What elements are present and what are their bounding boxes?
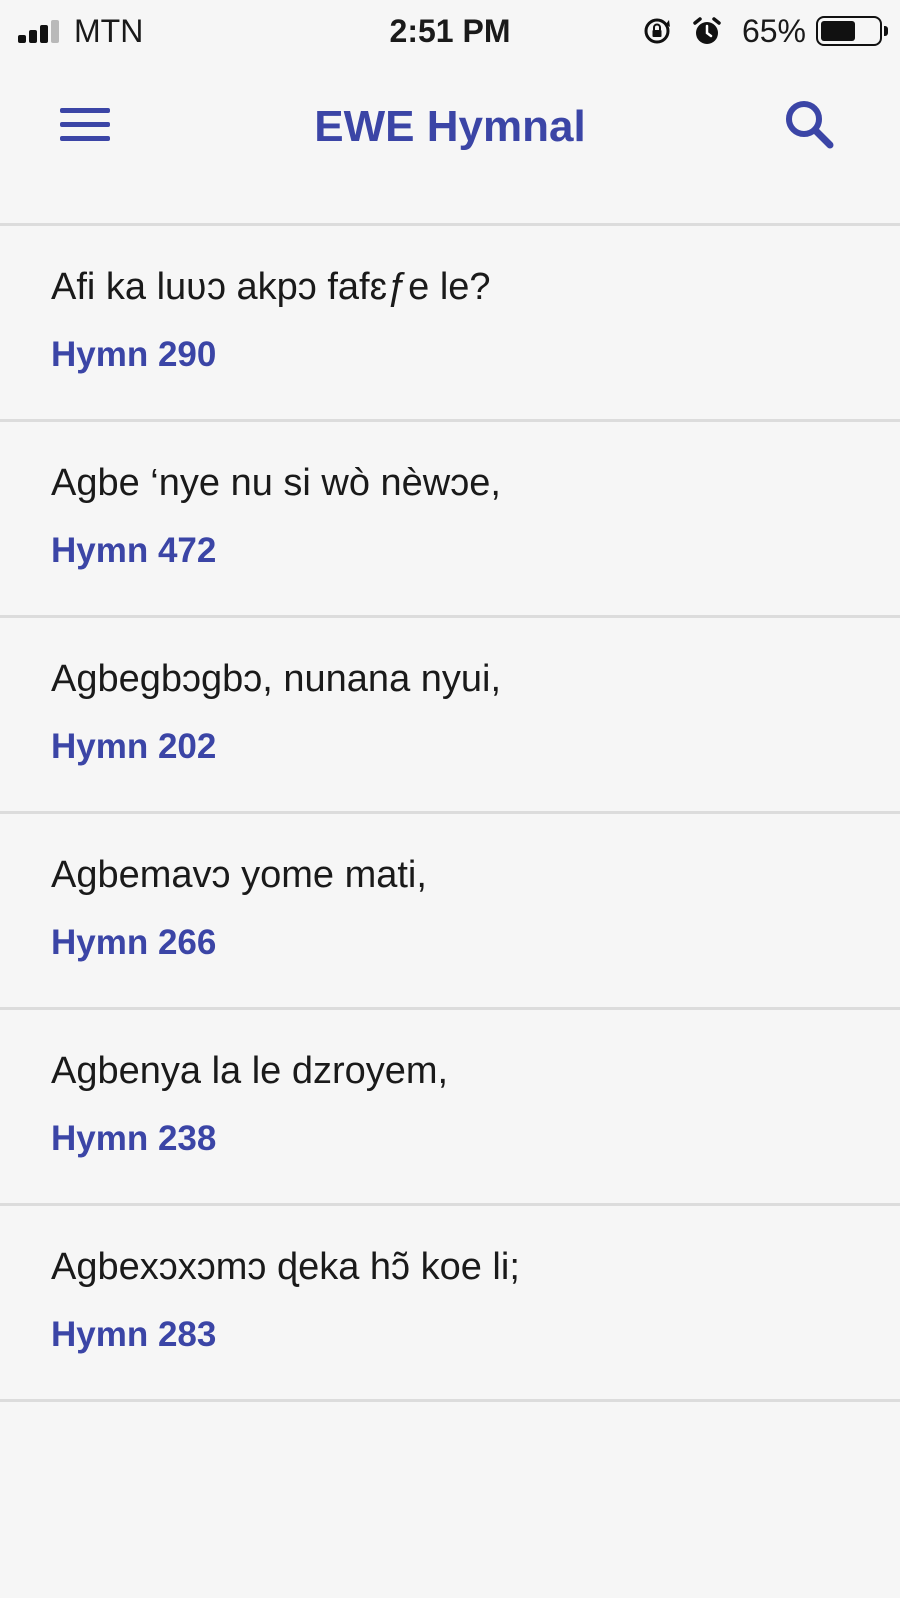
hymn-list-item[interactable]: Agbexɔxɔmɔ ɖeka hɔ̃ koe li; Hymn 283 — [0, 1206, 900, 1402]
hymn-number: Hymn 472 — [51, 531, 217, 570]
hymn-list-item[interactable]: Agbegbɔgbɔ, nunana nyui, Hymn 202 — [0, 618, 900, 814]
status-indicators: 65% — [642, 13, 888, 49]
navigation-bar: EWE Hymnal — [0, 62, 900, 226]
hymn-list-item[interactable]: Agbenya la le dzroyem, Hymn 238 — [0, 1010, 900, 1206]
battery-icon — [816, 16, 888, 46]
orientation-lock-icon — [644, 18, 670, 44]
battery-level-fill — [821, 21, 856, 41]
hymn-number: Hymn 290 — [51, 335, 217, 374]
alarm-icon — [693, 17, 721, 44]
hymn-list-item[interactable]: Agbemavɔ yome mati, Hymn 266 — [0, 814, 900, 1010]
hymn-list-item[interactable]: Afi ka luʋɔ akpɔ fafɛƒe le? Hymn 290 — [0, 226, 900, 422]
hymn-title: Agbemavɔ yome mati, — [51, 854, 427, 896]
search-button[interactable] — [778, 92, 844, 158]
hymn-title: Agbenya la le dzroyem, — [51, 1050, 449, 1092]
hymn-title: Agbegbɔgbɔ, nunana nyui, — [51, 658, 502, 700]
hymn-list: Afi ka luʋɔ akpɔ fafɛƒe le? Hymn 290 Agbe … — [0, 226, 900, 1402]
hymn-number: Hymn 283 — [51, 1315, 217, 1354]
hymn-number: Hymn 202 — [51, 727, 217, 766]
hymn-number: Hymn 266 — [51, 923, 217, 962]
hymn-title: Agbe ‘nye nu si wò nèwɔe, — [51, 462, 501, 504]
hymn-title: Agbexɔxɔmɔ ɖeka hɔ̃ koe li; — [51, 1246, 520, 1288]
battery-cap — [884, 26, 888, 36]
status-bar: MTN 2:51 PM 65% — [0, 0, 900, 62]
battery-percentage: 65% — [741, 13, 806, 49]
page-title: EWE Hymnal — [314, 102, 586, 151]
hymn-number: Hymn 238 — [51, 1119, 217, 1158]
hymn-list-item[interactable]: Agbe ‘nye nu si wò nèwɔe, Hymn 472 — [0, 422, 900, 618]
hymn-title: Afi ka luʋɔ akpɔ fafɛƒe le? — [51, 266, 491, 308]
search-icon — [786, 101, 834, 149]
